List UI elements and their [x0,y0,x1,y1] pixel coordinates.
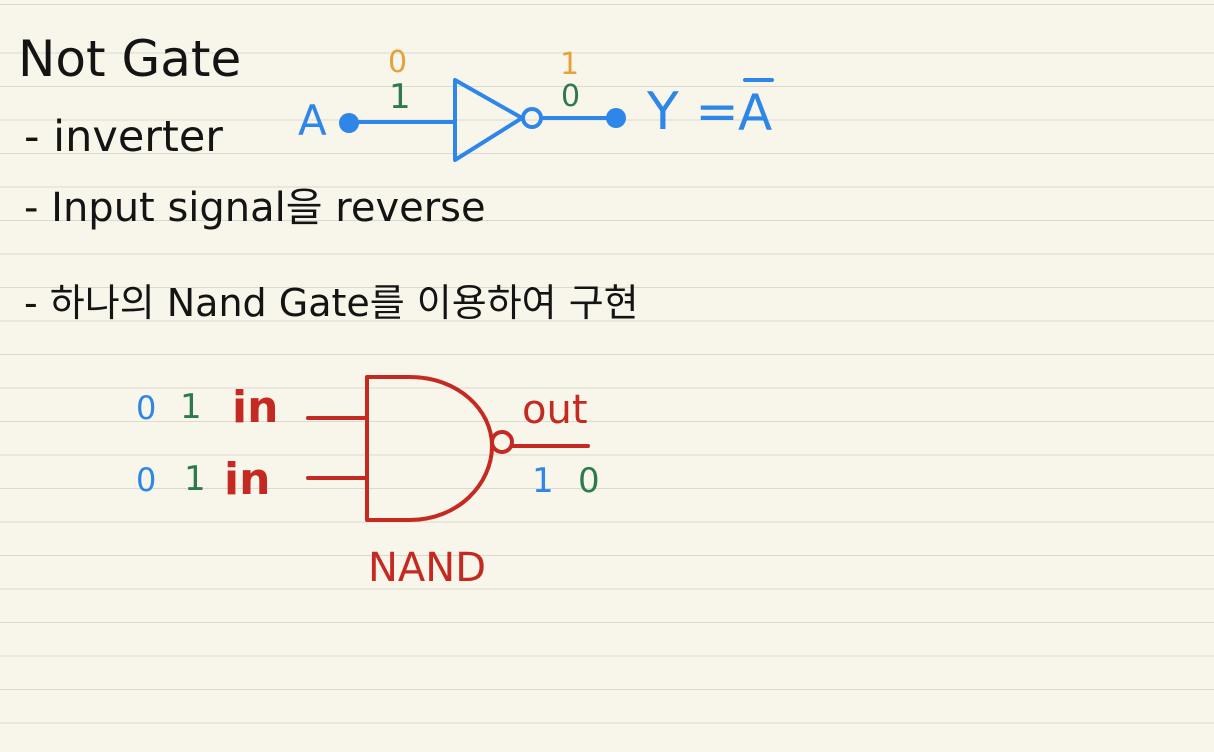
nand-input2-blue-value: 0 [136,461,157,499]
nand-output-label: out [522,387,588,433]
nand-gate-diagram [306,375,590,522]
nand-bubble [490,430,514,454]
nand-gate-label: NAND [368,545,487,591]
nand-input2-green-value: 1 [184,459,206,499]
nand-output-blue-value: 1 [532,461,554,501]
nand-input1-green-value: 1 [180,387,202,427]
nand-output-green-value: 0 [578,461,600,501]
nand-input2-label: in [224,454,271,505]
nand-input1-blue-value: 0 [136,389,157,427]
nand-input1-label: in [232,382,279,433]
nand-body [365,375,494,522]
